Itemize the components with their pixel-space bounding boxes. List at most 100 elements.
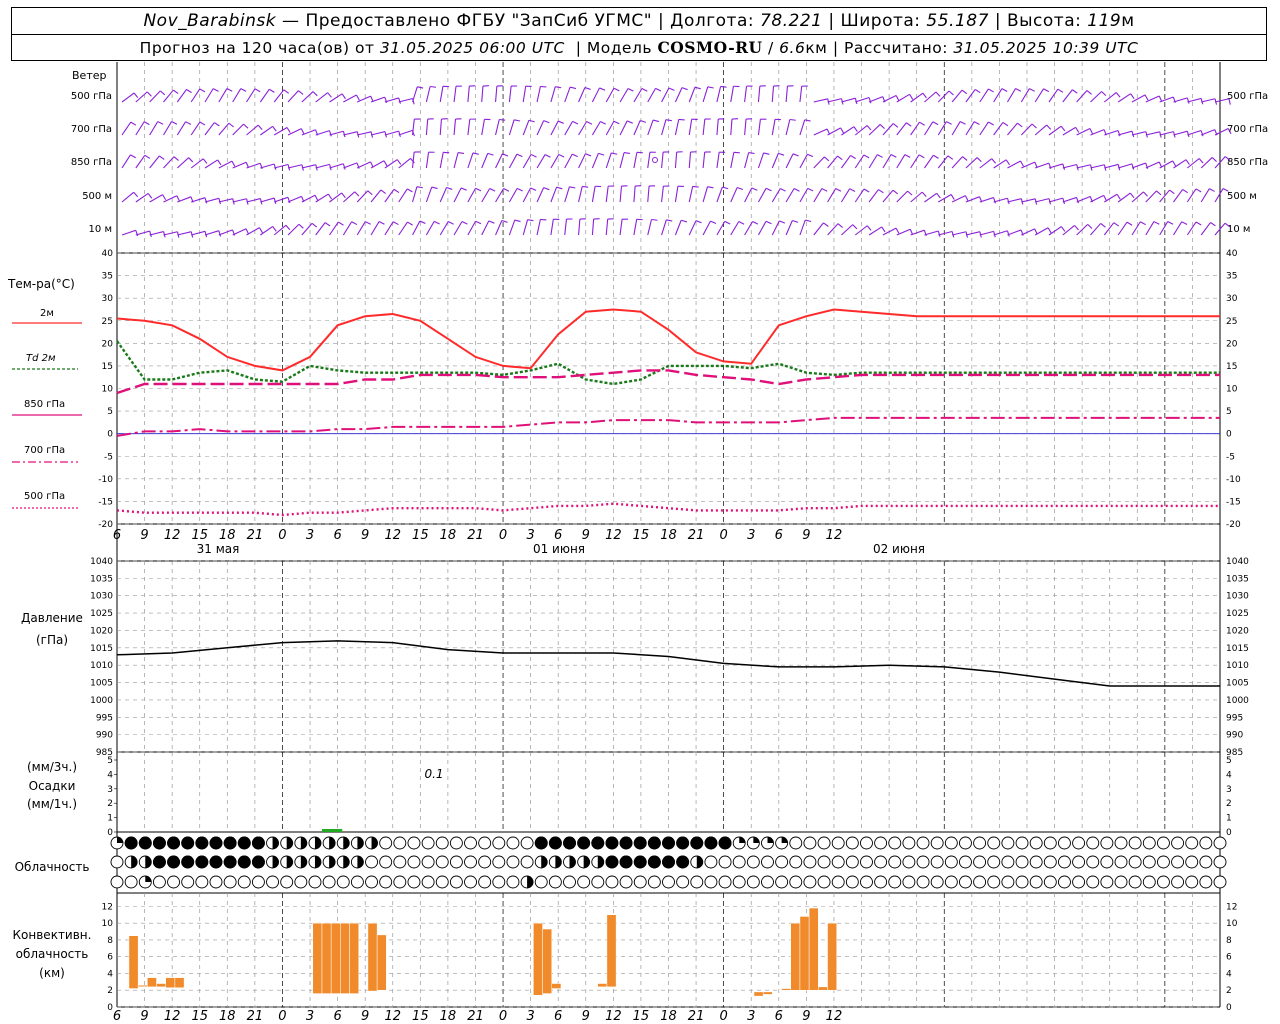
wind-barb bbox=[951, 89, 963, 103]
pressure-tick-label: 1010 bbox=[1226, 661, 1249, 671]
wind-barb-flag bbox=[1002, 122, 1009, 127]
wind-barb bbox=[135, 121, 145, 136]
cloud-cover-symbol bbox=[563, 875, 576, 889]
wind-barb-flag bbox=[1195, 221, 1202, 226]
cloud-cover-symbol bbox=[944, 875, 958, 889]
cloud-cover-symbol bbox=[1100, 836, 1114, 850]
wind-barb-flag bbox=[569, 186, 576, 189]
conv-bar bbox=[762, 991, 773, 995]
wind-barb bbox=[868, 96, 883, 103]
cloud-cover-symbol-fill bbox=[343, 856, 350, 868]
cloud-cover-symbol bbox=[1057, 855, 1071, 869]
cloud-cover-symbol bbox=[492, 875, 506, 889]
cloud-cover-symbol-fill bbox=[237, 836, 251, 850]
wind-barb bbox=[688, 119, 693, 136]
wind-barb-flag bbox=[668, 87, 675, 91]
temp-tick-label: 35 bbox=[102, 272, 113, 282]
wind-barb bbox=[757, 220, 767, 236]
wind-barb-flag bbox=[738, 221, 745, 225]
wind-barb-flag bbox=[572, 120, 579, 125]
wind-barb-flag bbox=[1060, 125, 1066, 132]
wind-barb bbox=[633, 120, 641, 136]
wind-barb-flag bbox=[199, 88, 206, 93]
wind-barb bbox=[813, 156, 825, 169]
wind-barb bbox=[1201, 98, 1216, 103]
conv-tick-label: 6 bbox=[107, 953, 113, 963]
cloud-cover-symbol bbox=[732, 855, 746, 869]
cloud-cover-symbol bbox=[619, 875, 633, 889]
wind-barb bbox=[550, 120, 559, 136]
wind-barb bbox=[1048, 125, 1062, 136]
cloud-cover-symbol-fill bbox=[781, 837, 788, 843]
wind-barb-flag bbox=[1129, 192, 1135, 199]
wind-barb-flag bbox=[692, 185, 699, 188]
cloud-cover-symbol bbox=[987, 836, 1001, 850]
wind-barb-flag bbox=[159, 155, 165, 160]
wind-barb bbox=[1020, 88, 1030, 103]
cloud-cover-symbol bbox=[379, 855, 393, 869]
wind-barb-flag bbox=[433, 220, 440, 225]
wind-barb-flag bbox=[853, 126, 858, 132]
cloud-cover-symbol bbox=[761, 855, 774, 869]
wind-barb-flag bbox=[543, 120, 550, 124]
wind-barb bbox=[841, 224, 854, 236]
temp-tick-label: 25 bbox=[102, 317, 113, 327]
legend-2m-label: 2м bbox=[40, 308, 54, 319]
wind-barb bbox=[1048, 197, 1063, 203]
conv-bar bbox=[128, 935, 139, 989]
cloud-cover-symbol bbox=[407, 855, 421, 869]
wind-barb bbox=[910, 154, 920, 169]
wind-barb bbox=[1034, 88, 1044, 103]
cloud-cover-symbol bbox=[803, 836, 817, 850]
wind-barb bbox=[190, 88, 201, 103]
wind-barb-flag bbox=[863, 188, 870, 193]
wind-barb bbox=[896, 122, 907, 136]
cloud-cover-symbol-fill bbox=[605, 836, 619, 850]
wind-barb bbox=[522, 219, 529, 236]
wind-barb bbox=[591, 186, 596, 203]
wind-barb-flag bbox=[1167, 221, 1174, 225]
wind-barb-flag bbox=[807, 153, 814, 158]
wind-barb-flag bbox=[665, 119, 672, 122]
cloud-cover-symbol bbox=[944, 855, 958, 869]
wind-barb bbox=[204, 197, 220, 203]
wind-barb bbox=[591, 87, 601, 103]
wind-barb bbox=[260, 197, 275, 203]
wind-barb bbox=[370, 160, 385, 169]
wind-barb bbox=[938, 230, 953, 236]
cloud-cover-symbol bbox=[789, 836, 803, 850]
wind-barb-flag bbox=[1086, 90, 1092, 95]
wind-barb bbox=[674, 220, 682, 236]
wind-barb-flag bbox=[950, 194, 955, 200]
pressure-tick-label: 1040 bbox=[1226, 557, 1249, 567]
wind-barb bbox=[771, 86, 775, 103]
wind-barb-flag bbox=[582, 185, 589, 188]
wind-barb bbox=[1159, 96, 1174, 103]
wind-barb bbox=[744, 187, 753, 203]
wind-barb-flag bbox=[937, 230, 941, 237]
cloud-cover-symbol bbox=[577, 875, 591, 889]
wind-barb bbox=[619, 186, 623, 203]
precip-tick-label: 0 bbox=[107, 828, 113, 838]
cloud-cover-symbol-fill bbox=[223, 855, 237, 869]
wind-barb-flag bbox=[988, 88, 994, 93]
wind-barb-flag bbox=[327, 193, 333, 200]
cloud-cover-symbol bbox=[1171, 836, 1185, 850]
wind-barb-flag bbox=[314, 195, 319, 201]
cloud-cover-symbol bbox=[1001, 875, 1015, 889]
wind-barb bbox=[647, 88, 657, 103]
wind-barb-flag bbox=[338, 221, 344, 226]
cloud-cover-symbol bbox=[449, 836, 463, 850]
wind-barb bbox=[481, 188, 491, 203]
hour-tick-label: 15 bbox=[412, 528, 429, 543]
cloud-cover-symbol bbox=[902, 855, 916, 869]
wind-barb-flag bbox=[792, 219, 799, 223]
wind-barb-flag bbox=[613, 120, 620, 125]
wind-barb bbox=[688, 152, 692, 169]
cloud-cover-symbol bbox=[506, 875, 520, 889]
wind-barb bbox=[121, 229, 136, 236]
wind-barb-flag bbox=[778, 152, 785, 156]
precip-tick-label: 4 bbox=[1226, 770, 1232, 780]
cloud-cover-symbol bbox=[1114, 855, 1128, 869]
wind-barb bbox=[1062, 163, 1077, 169]
